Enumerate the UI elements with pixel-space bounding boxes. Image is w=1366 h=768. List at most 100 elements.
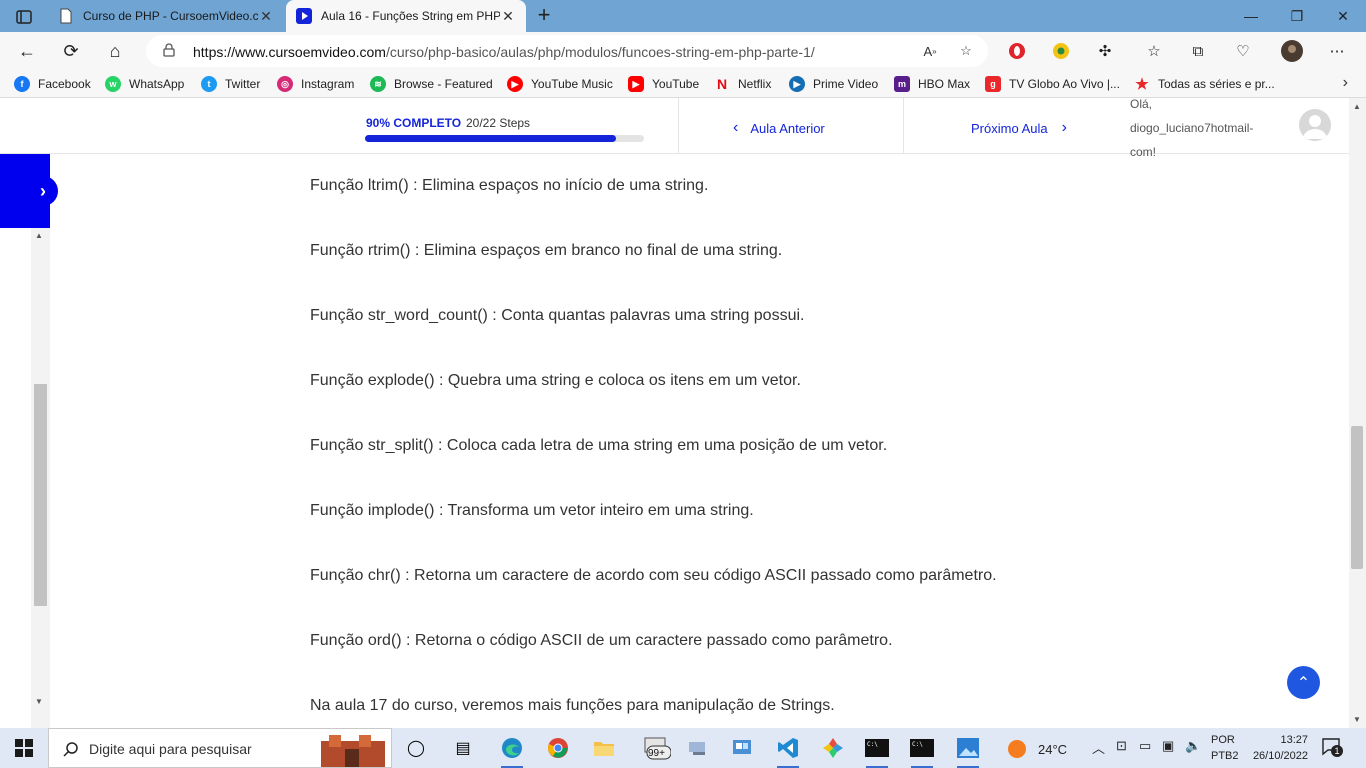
favorite-twitter[interactable]: t Twitter bbox=[201, 75, 260, 93]
lesson-header: 90% COMPLETO 20/22 Steps ‹ Aula Anterior… bbox=[0, 98, 1349, 159]
terminal-icon[interactable]: C:\ bbox=[907, 734, 937, 768]
battery-icon[interactable]: ▭ bbox=[1139, 738, 1151, 754]
widgets-icon[interactable]: ▤ bbox=[448, 734, 478, 762]
back-arrow-icon[interactable]: ← bbox=[12, 36, 42, 66]
volume-icon[interactable]: 🔈 bbox=[1185, 738, 1201, 754]
favorite-instagram[interactable]: ◎ Instagram bbox=[277, 75, 354, 93]
minimize-button[interactable]: — bbox=[1228, 0, 1274, 32]
vscode-icon[interactable] bbox=[773, 734, 803, 768]
taskbar-search-box[interactable]: Digite aqui para pesquisar bbox=[48, 728, 392, 768]
control-panel-icon[interactable] bbox=[727, 734, 757, 762]
chrome-icon[interactable] bbox=[543, 734, 573, 762]
scrollbar-thumb[interactable] bbox=[1351, 426, 1363, 569]
expand-sidebar-chevron-icon[interactable]: › bbox=[28, 176, 58, 206]
network-icon[interactable]: ▣ bbox=[1162, 738, 1174, 754]
mail-icon[interactable]: 99+ bbox=[642, 734, 672, 762]
meet-now-icon[interactable]: ⊡ bbox=[1116, 738, 1127, 754]
user-greeting: Olá, diogo_luciano7hotmail- com! bbox=[1130, 98, 1254, 159]
scroll-up-arrow-icon[interactable]: ▲ bbox=[1353, 102, 1361, 111]
task-view-icon[interactable]: ◯ bbox=[401, 734, 431, 762]
address-bar[interactable]: https://www.cursoemvideo.com/curso/php-b… bbox=[146, 35, 988, 67]
youtube-icon: ▶ bbox=[628, 76, 644, 92]
favorite-netflix[interactable]: N Netflix bbox=[714, 75, 771, 93]
favorite-hbo-max[interactable]: m HBO Max bbox=[894, 75, 970, 93]
spotify-icon: ≋ bbox=[370, 76, 386, 92]
favorites-star-icon[interactable]: ☆ bbox=[1143, 40, 1165, 62]
browser-essentials-heart-icon[interactable]: ♡ bbox=[1232, 40, 1254, 62]
hbo-max-icon: m bbox=[894, 76, 910, 92]
extension-yellow-icon[interactable] bbox=[1050, 40, 1072, 62]
maximize-button[interactable]: ❐ bbox=[1274, 0, 1320, 32]
progress-label: 90% COMPLETO bbox=[366, 116, 462, 130]
scroll-down-arrow-icon[interactable]: ▼ bbox=[35, 697, 43, 706]
favorite-todas-series[interactable]: ★ Todas as séries e pr... bbox=[1134, 75, 1274, 93]
notification-center-icon[interactable]: 1 bbox=[1322, 738, 1344, 758]
navigation-bar: ← ⟳ ⌂ https://www.cursoemvideo.com/curso… bbox=[0, 32, 1366, 70]
tab-title: Aula 16 - Funções String em PHP bbox=[321, 9, 500, 23]
lock-icon bbox=[163, 43, 175, 57]
home-icon[interactable]: ⌂ bbox=[100, 36, 130, 66]
content-paragraph: Função str_split() : Coloca cada letra d… bbox=[310, 437, 888, 454]
favorite-youtube-music[interactable]: ▶ YouTube Music bbox=[507, 75, 613, 93]
close-tab-icon[interactable]: ✕ bbox=[500, 8, 516, 25]
chevron-right-icon[interactable]: › bbox=[1343, 74, 1348, 92]
more-menu-icon[interactable]: ⋯ bbox=[1326, 40, 1348, 62]
progress-bar bbox=[365, 135, 644, 142]
colorful-app-icon[interactable] bbox=[818, 734, 848, 762]
facebook-icon: f bbox=[14, 76, 30, 92]
prime-video-icon: ▶ bbox=[789, 76, 805, 92]
favorite-youtube[interactable]: ▶ YouTube bbox=[628, 75, 699, 93]
close-tab-icon[interactable]: ✕ bbox=[258, 8, 274, 25]
profile-avatar-icon[interactable] bbox=[1281, 40, 1303, 62]
extensions-puzzle-icon[interactable]: ✣ bbox=[1094, 40, 1116, 62]
favorite-spotify[interactable]: ≋ Browse - Featured bbox=[370, 75, 493, 93]
read-aloud-icon[interactable]: A» bbox=[920, 41, 940, 61]
youtube-music-icon: ▶ bbox=[507, 76, 523, 92]
tab-curso-php[interactable]: Curso de PHP - CursoemVideo.c ✕ bbox=[48, 0, 284, 32]
refresh-icon[interactable]: ⟳ bbox=[56, 36, 86, 66]
divider bbox=[903, 98, 904, 154]
mail-badge: 99+ bbox=[648, 748, 665, 759]
content-paragraph: Função implode() : Transforma um vetor i… bbox=[310, 502, 754, 519]
page-scrollbar[interactable]: ▲ ▼ bbox=[1349, 98, 1366, 728]
weather-widget[interactable]: 24°C bbox=[1007, 738, 1067, 760]
photos-icon[interactable] bbox=[953, 734, 983, 768]
search-highlight-illustration-icon bbox=[315, 731, 391, 767]
weather-sun-icon bbox=[1008, 740, 1026, 758]
netflix-icon: N bbox=[716, 76, 728, 92]
terminal-icon[interactable]: C:\ bbox=[862, 734, 892, 768]
next-lesson-link[interactable]: Próximo Aula › bbox=[971, 119, 1067, 137]
scroll-down-arrow-icon[interactable]: ▼ bbox=[1353, 715, 1361, 724]
network-app-icon[interactable] bbox=[683, 734, 713, 762]
svg-text:C:\: C:\ bbox=[867, 741, 878, 748]
windows-start-icon[interactable] bbox=[0, 728, 48, 768]
document-icon bbox=[60, 8, 72, 24]
chevron-right-icon: › bbox=[1061, 119, 1067, 136]
clock[interactable]: 13:27 26/10/2022 bbox=[1248, 732, 1308, 764]
favorite-prime-video[interactable]: ▶ Prime Video bbox=[789, 75, 878, 93]
avatar[interactable] bbox=[1299, 109, 1331, 141]
file-explorer-icon[interactable] bbox=[589, 734, 619, 762]
close-window-button[interactable]: ✕ bbox=[1320, 0, 1366, 32]
svg-text:C:\: C:\ bbox=[912, 741, 923, 748]
back-to-top-chevron-up-icon[interactable]: ⌃ bbox=[1287, 666, 1320, 699]
tab-aula-16[interactable]: Aula 16 - Funções String em PHP ✕ bbox=[286, 0, 526, 32]
show-hidden-icons-chevron-up-icon[interactable]: ︿ bbox=[1092, 738, 1105, 757]
scrollbar-thumb[interactable] bbox=[34, 384, 47, 606]
input-language[interactable]: POR PTB2 bbox=[1211, 732, 1239, 764]
previous-lesson-link[interactable]: ‹ Aula Anterior bbox=[733, 119, 825, 137]
opera-extension-icon[interactable] bbox=[1006, 40, 1028, 62]
tab-actions-icon[interactable] bbox=[8, 6, 40, 28]
sidebar-scrollbar[interactable]: ▲ ▼ bbox=[31, 228, 50, 728]
url-text[interactable]: https://www.cursoemvideo.com/curso/php-b… bbox=[193, 44, 815, 60]
add-favorite-icon[interactable]: ☆ bbox=[956, 41, 976, 61]
favorite-whatsapp[interactable]: w WhatsApp bbox=[105, 75, 184, 93]
whatsapp-icon: w bbox=[105, 76, 121, 92]
collections-icon[interactable]: ⧉ bbox=[1187, 40, 1209, 62]
favorite-facebook[interactable]: f Facebook bbox=[14, 75, 91, 93]
favorite-tv-globo[interactable]: g TV Globo Ao Vivo |... bbox=[985, 75, 1120, 93]
tab-title: Curso de PHP - CursoemVideo.c bbox=[83, 9, 258, 23]
scroll-up-arrow-icon[interactable]: ▲ bbox=[35, 231, 43, 240]
edge-browser-icon[interactable] bbox=[497, 734, 527, 768]
new-tab-button[interactable]: + bbox=[534, 4, 554, 28]
